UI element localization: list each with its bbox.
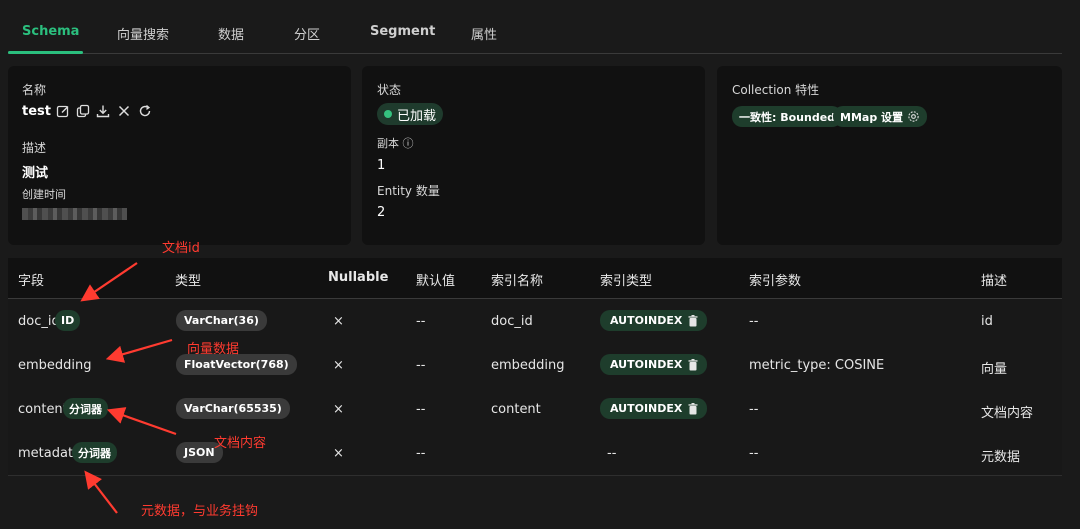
nullable-value: × — [333, 402, 344, 417]
index-type-badge: AUTOINDEX — [600, 398, 708, 419]
col-field: 字段 — [18, 274, 45, 289]
edit-icon[interactable] — [56, 104, 70, 118]
nullable-value: × — [333, 446, 344, 461]
trash-icon[interactable] — [688, 314, 698, 327]
mmap-settings-chip[interactable]: MMap 设置 — [833, 106, 928, 127]
index-type-text: AUTOINDEX — [610, 402, 683, 415]
entity-count-label: Entity 数量 — [377, 184, 440, 198]
field-description: 文档内容 — [981, 406, 1034, 421]
default-value: -- — [416, 446, 426, 461]
type-badge: VarChar(36) — [176, 310, 267, 331]
nullable-value: × — [333, 358, 344, 373]
refresh-icon[interactable] — [138, 104, 152, 118]
name-label: 名称 — [22, 83, 47, 97]
status-card — [362, 66, 705, 245]
index-name: -- — [607, 446, 617, 461]
default-value: -- — [416, 402, 426, 417]
trash-icon[interactable] — [688, 358, 698, 371]
analyzer-badge: 分词器 — [63, 398, 108, 419]
index-params: -- — [749, 402, 759, 417]
duplicate-icon[interactable] — [76, 104, 90, 118]
field-description: 元数据 — [981, 450, 1021, 465]
status-text: 已加载 — [397, 108, 437, 124]
col-index-type: 索引类型 — [600, 274, 653, 289]
field-description: id — [981, 314, 993, 329]
created-time-redacted — [22, 208, 127, 220]
col-index-name: 索引名称 — [491, 274, 544, 289]
annotation-doc-id: 文档id — [162, 241, 200, 256]
type-badge: VarChar(65535) — [176, 398, 290, 419]
index-params: -- — [749, 446, 759, 461]
consistency-text: 一致性: Bounded — [739, 110, 836, 124]
description-value: 测试 — [22, 166, 49, 181]
status-label: 状态 — [377, 83, 402, 97]
index-type-text: AUTOINDEX — [610, 314, 683, 327]
field-name: embedding — [18, 358, 92, 373]
tab-data[interactable]: 数据 — [218, 24, 244, 43]
consistency-chip: 一致性: Bounded — [732, 106, 843, 127]
table-row: embedding FloatVector(768) × -- embeddin… — [8, 343, 1062, 388]
tab-vector-search[interactable]: 向量搜索 — [117, 24, 169, 43]
index-name: content — [491, 402, 541, 417]
field-name: doc_id — [18, 314, 60, 329]
index-type-text: AUTOINDEX — [610, 358, 683, 371]
index-name: embedding — [491, 358, 565, 373]
field-description: 向量 — [981, 362, 1008, 377]
tab-active-indicator — [8, 51, 83, 54]
download-icon[interactable] — [96, 104, 110, 118]
delete-icon[interactable] — [117, 104, 131, 118]
col-nullable: Nullable — [328, 270, 389, 285]
col-default: 默认值 — [416, 274, 456, 289]
status-badge: 已加载 — [377, 103, 444, 125]
index-type-badge: AUTOINDEX — [600, 354, 708, 375]
index-type-badge: AUTOINDEX — [600, 310, 708, 331]
trash-icon[interactable] — [688, 402, 698, 415]
tab-properties[interactable]: 属性 — [471, 24, 497, 43]
entity-count-value: 2 — [377, 205, 386, 220]
index-name: doc_id — [491, 314, 533, 329]
index-params: -- — [749, 314, 759, 329]
schema-table-header: 字段 类型 Nullable 默认值 索引名称 索引类型 索引参数 描述 — [8, 258, 1062, 299]
table-row: metadata 分词器 JSON × -- -- -- 元数据 — [8, 431, 1062, 476]
gear-icon[interactable] — [907, 110, 920, 123]
annotation-metadata: 元数据，与业务挂钩 — [141, 504, 259, 519]
tab-segment[interactable]: Segment — [370, 24, 435, 39]
nullable-value: × — [333, 314, 344, 329]
annotation-vector: 向量数据 — [187, 342, 240, 357]
table-row: doc_id ID VarChar(36) × -- doc_id AUTOIN… — [8, 299, 1062, 344]
description-label: 描述 — [22, 141, 47, 155]
type-badge: FloatVector(768) — [176, 354, 297, 375]
analyzer-badge: 分词器 — [72, 442, 117, 463]
arrow-metadata — [84, 470, 118, 514]
created-time-label: 创建时间 — [22, 188, 66, 201]
replica-label: 副本 ⓘ — [377, 137, 414, 150]
col-type: 类型 — [175, 274, 202, 289]
replica-value: 1 — [377, 158, 386, 173]
annotation-content: 文档内容 — [214, 436, 267, 451]
primary-key-badge: ID — [55, 310, 81, 331]
col-description: 描述 — [981, 274, 1008, 289]
collection-name: test — [22, 104, 51, 119]
table-row: content 分词器 VarChar(65535) × -- content … — [8, 387, 1062, 432]
tab-bar: Schema 向量搜索 数据 分区 Segment 属性 — [8, 16, 1062, 54]
features-label: Collection 特性 — [732, 83, 820, 97]
tab-partitions[interactable]: 分区 — [294, 24, 320, 43]
status-dot-icon — [384, 110, 392, 118]
mmap-text: MMap 设置 — [840, 110, 904, 124]
tab-schema[interactable]: Schema — [22, 24, 79, 39]
col-index-params: 索引参数 — [749, 274, 802, 289]
default-value: -- — [416, 314, 426, 329]
index-params: metric_type: COSINE — [749, 358, 885, 373]
field-name: content — [18, 402, 68, 417]
default-value: -- — [416, 358, 426, 373]
